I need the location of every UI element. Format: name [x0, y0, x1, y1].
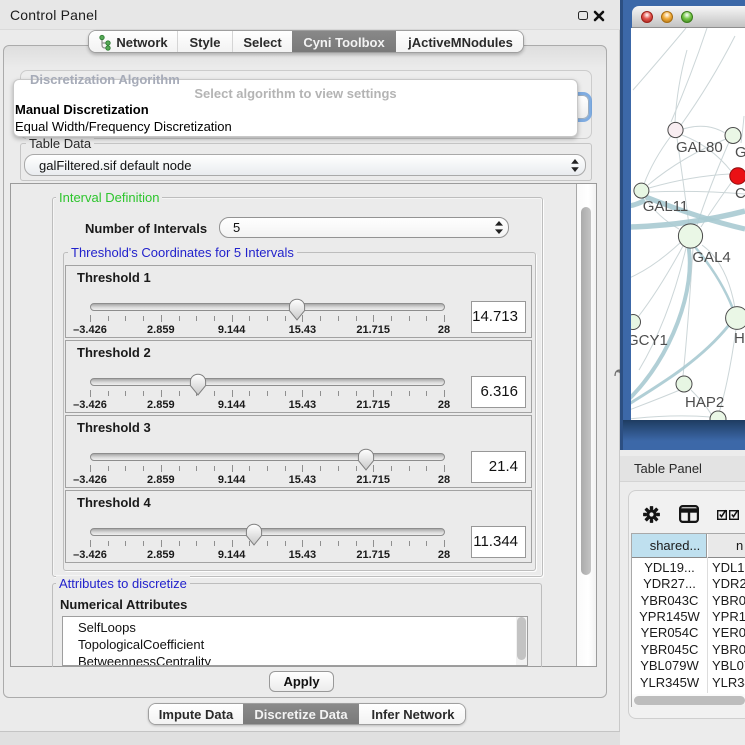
svg-text:GAL80: GAL80	[676, 139, 723, 156]
svg-text:GA: GA	[735, 144, 745, 161]
svg-text:GAL4: GAL4	[692, 249, 730, 266]
svg-text:C: C	[735, 185, 745, 202]
svg-text:H: H	[734, 330, 745, 347]
svg-text:HAP2: HAP2	[685, 394, 724, 411]
svg-text:GCY1: GCY1	[631, 332, 668, 349]
svg-text:GAL11: GAL11	[643, 198, 689, 215]
